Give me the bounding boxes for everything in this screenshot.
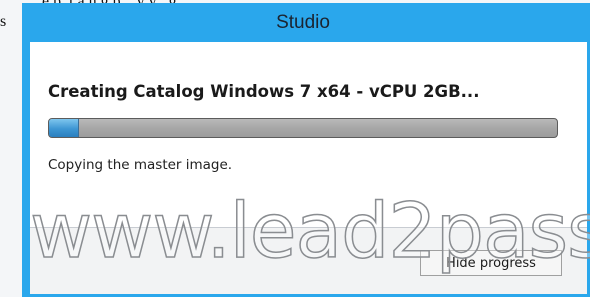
title-bar[interactable]: Studio (22, 3, 590, 42)
progress-bar (48, 118, 558, 138)
hide-progress-button[interactable]: Hide progress (420, 250, 562, 276)
dialog-content: Creating Catalog Windows 7 x64 - vCPU 2G… (30, 42, 587, 294)
window-title: Studio (276, 11, 330, 33)
background-document-text: s (0, 13, 7, 30)
dialog-footer: Hide progress (30, 228, 587, 294)
status-message: Copying the master image. (48, 157, 233, 173)
operation-heading: Creating Catalog Windows 7 x64 - vCPU 2G… (48, 82, 480, 101)
progress-bar-fill (49, 119, 80, 137)
studio-dialog: Studio Creating Catalog Windows 7 x64 - … (22, 3, 590, 297)
